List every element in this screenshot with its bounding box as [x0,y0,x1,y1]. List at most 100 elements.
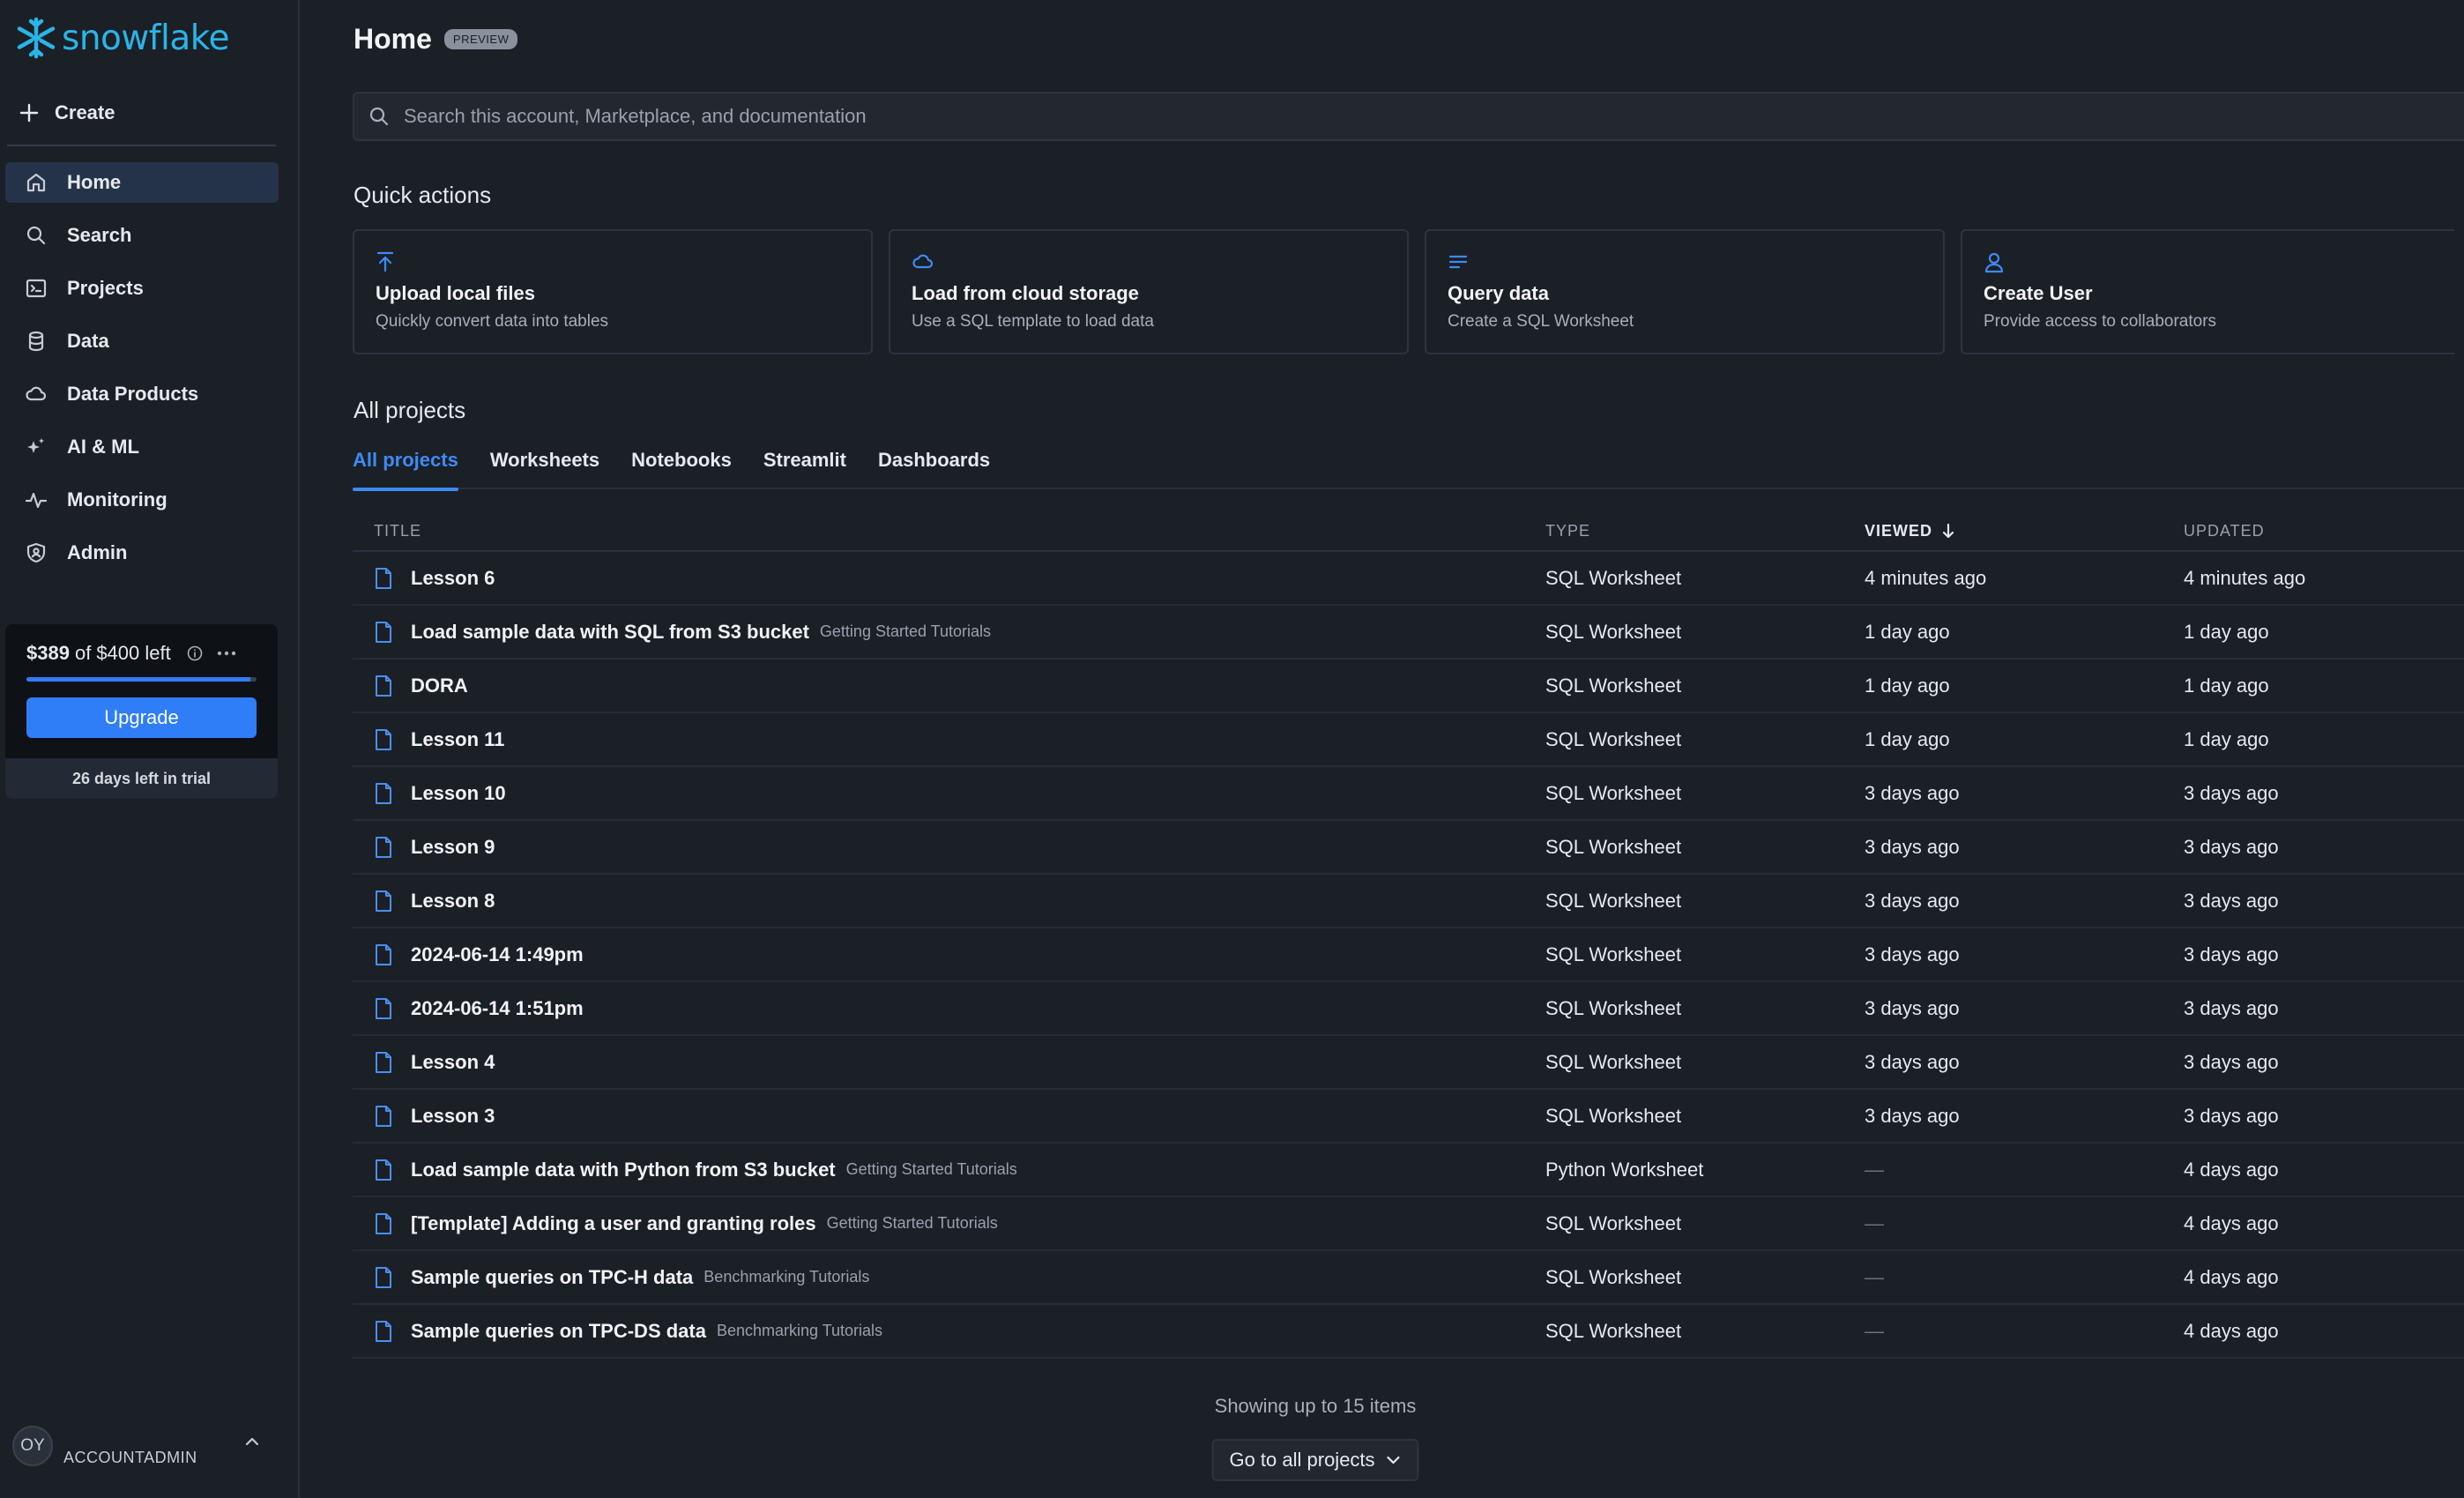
table-row[interactable]: Lesson 8 SQL Worksheet 3 days ago 3 days ag… [353,875,2464,928]
tab-dashboards[interactable]: Dashboards [878,445,990,489]
table-row[interactable]: Lesson 10 SQL Worksheet 3 days ago 3 days a… [353,767,2464,821]
user-menu[interactable]: OY ACCOUNTADMIN [12,1420,277,1472]
quick-action-query[interactable]: Query data Create a SQL Worksheet [1425,229,1945,354]
row-viewed: 4 minutes ago [1865,566,1987,589]
sidebar-item-admin[interactable]: Admin [5,533,279,573]
row-title[interactable]: Load sample data with Python from S3 buc… [411,1159,836,1181]
sidebar-item-home[interactable]: Home [5,162,279,203]
go-to-all-projects-button[interactable]: Go to all projects [1211,1439,1419,1481]
database-icon [25,330,48,353]
row-title[interactable]: Lesson 10 [411,782,506,805]
column-viewed[interactable]: VIEWED [1865,522,2184,540]
row-type: SQL Worksheet [1545,835,1682,858]
go-to-all-projects-label: Go to all projects [1229,1449,1375,1471]
chevron-down-icon [1386,1455,1402,1465]
table-row[interactable]: 2024-06-14 1:51pm SQL Worksheet 3 days ago… [353,982,2464,1036]
row-title[interactable]: Lesson 4 [411,1051,495,1074]
row-title[interactable]: Sample queries on TPC-H data [411,1266,693,1289]
document-icon [374,1266,393,1289]
tab-notebooks[interactable]: Notebooks [631,445,732,489]
sidebar-item-data-products[interactable]: Data Products [5,374,279,414]
row-folder-tag: Benchmarking Tutorials [716,1322,883,1339]
row-title[interactable]: 2024-06-14 1:51pm [411,997,584,1020]
sidebar-item-ai-ml[interactable]: AI & ML [5,427,279,467]
sidebar-item-data[interactable]: Data [5,321,279,361]
quick-action-create-user[interactable]: Create User Provide access to collaborat… [1961,229,2454,354]
row-title-cell: 2024-06-14 1:51pm [353,997,1545,1020]
column-type[interactable]: TYPE [1545,522,1865,540]
tab-all-projects[interactable]: All projects [353,445,458,491]
row-title[interactable]: Sample queries on TPC-DS data [411,1320,706,1343]
trial-card: $389 of $400 left Upgrade 26 days left i… [5,624,278,799]
document-icon [374,674,393,697]
table-row[interactable]: 2024-06-14 1:49pm SQL Worksheet 3 days ago… [353,928,2464,982]
info-icon[interactable] [187,645,203,661]
projects-table: TITLE TYPE VIEWED UPDATED Lesson 6 SQL Wo… [353,511,2464,1359]
row-type: SQL Worksheet [1545,1104,1682,1127]
create-button[interactable]: Create [19,95,115,130]
tab-streamlit[interactable]: Streamlit [763,445,846,489]
row-title[interactable]: DORA [411,674,468,697]
snowflake-icon [14,16,58,60]
row-title[interactable]: [Template] Adding a user and granting ro… [411,1212,816,1235]
sidebar-item-label: Admin [67,541,128,563]
row-title[interactable]: 2024-06-14 1:49pm [411,943,584,966]
document-icon [374,567,393,590]
row-title-cell: 2024-06-14 1:49pm [353,943,1545,966]
sidebar-item-label: Data Products [67,383,199,405]
table-row[interactable]: Lesson 6 SQL Worksheet 4 minutes ago 4 minu… [353,552,2464,606]
row-title[interactable]: Lesson 6 [411,567,495,590]
chevron-up-icon[interactable] [243,1435,261,1448]
row-updated: 1 day ago [2184,620,2269,643]
all-projects-title: All projects [354,397,466,423]
row-title-cell: Lesson 9 [353,836,1545,859]
upgrade-button[interactable]: Upgrade [26,697,257,738]
tab-worksheets[interactable]: Worksheets [490,445,599,489]
row-type: SQL Worksheet [1545,620,1682,643]
row-title-cell: Load sample data with SQL from S3 bucket… [353,621,1545,644]
table-row[interactable]: Lesson 11 SQL Worksheet 1 day ago 1 day ago [353,713,2464,767]
project-tabs: All projects Worksheets Notebooks Stream… [353,445,2464,491]
cloud-icon [25,383,48,406]
row-viewed: 3 days ago [1865,889,1960,912]
quick-action-cloud[interactable]: Load from cloud storage Use a SQL templa… [889,229,1409,354]
sidebar: snowflake Create Home Search Projects Da… [0,0,300,1498]
row-viewed: 3 days ago [1865,781,1960,804]
quick-action-upload[interactable]: Upload local files Quickly convert data … [353,229,873,354]
table-row[interactable]: Lesson 3 SQL Worksheet 3 days ago 3 days ag… [353,1090,2464,1144]
row-title-cell: [Template] Adding a user and granting ro… [353,1212,1545,1235]
snowflake-logo[interactable]: snowflake [14,16,229,60]
row-title-cell: Lesson 8 [353,890,1545,913]
table-row[interactable]: Load sample data with SQL from S3 bucket… [353,606,2464,660]
sidebar-item-monitoring[interactable]: Monitoring [5,480,279,520]
user-role: ACCOUNTADMIN [63,1448,197,1466]
search-placeholder: Search this account, Marketplace, and do… [404,105,867,127]
table-row[interactable]: Lesson 4 SQL Worksheet 3 days ago 3 days ag… [353,1036,2464,1090]
search-input[interactable]: Search this account, Marketplace, and do… [353,92,2464,141]
table-row[interactable]: [Template] Adding a user and granting ro… [353,1197,2464,1251]
row-title[interactable]: Lesson 3 [411,1105,495,1128]
row-title[interactable]: Lesson 11 [411,728,504,751]
column-title[interactable]: TITLE [353,522,1545,540]
table-row[interactable]: Lesson 9 SQL Worksheet 3 days ago 3 days ag… [353,821,2464,875]
table-row[interactable]: DORA SQL Worksheet 1 day ago 1 day ago [353,660,2464,713]
main-content: Home PREVIEW Search this account, Market… [353,0,2464,1498]
showing-count: Showing up to 15 items [1214,1395,1417,1417]
row-title[interactable]: Load sample data with SQL from S3 bucket [411,621,809,644]
column-updated[interactable]: UPDATED [2184,522,2464,540]
sidebar-item-search[interactable]: Search [5,215,279,256]
credit-progress-fill [26,677,250,682]
table-row[interactable]: Sample queries on TPC-H data Benchmarking… [353,1251,2464,1305]
sidebar-item-projects[interactable]: Projects [5,268,279,309]
row-title[interactable]: Lesson 9 [411,836,495,859]
row-title[interactable]: Lesson 8 [411,890,495,913]
trial-of: of [74,642,92,664]
upload-icon [376,250,850,277]
table-row[interactable]: Sample queries on TPC-DS data Benchmarkin… [353,1305,2464,1359]
sidebar-item-label: AI & ML [67,436,139,458]
table-row[interactable]: Load sample data with Python from S3 buc… [353,1144,2464,1197]
quick-action-title: Create User [1984,282,2093,304]
user-icon [1984,250,2433,277]
more-icon[interactable] [217,651,236,656]
sidebar-item-label: Monitoring [67,488,167,511]
